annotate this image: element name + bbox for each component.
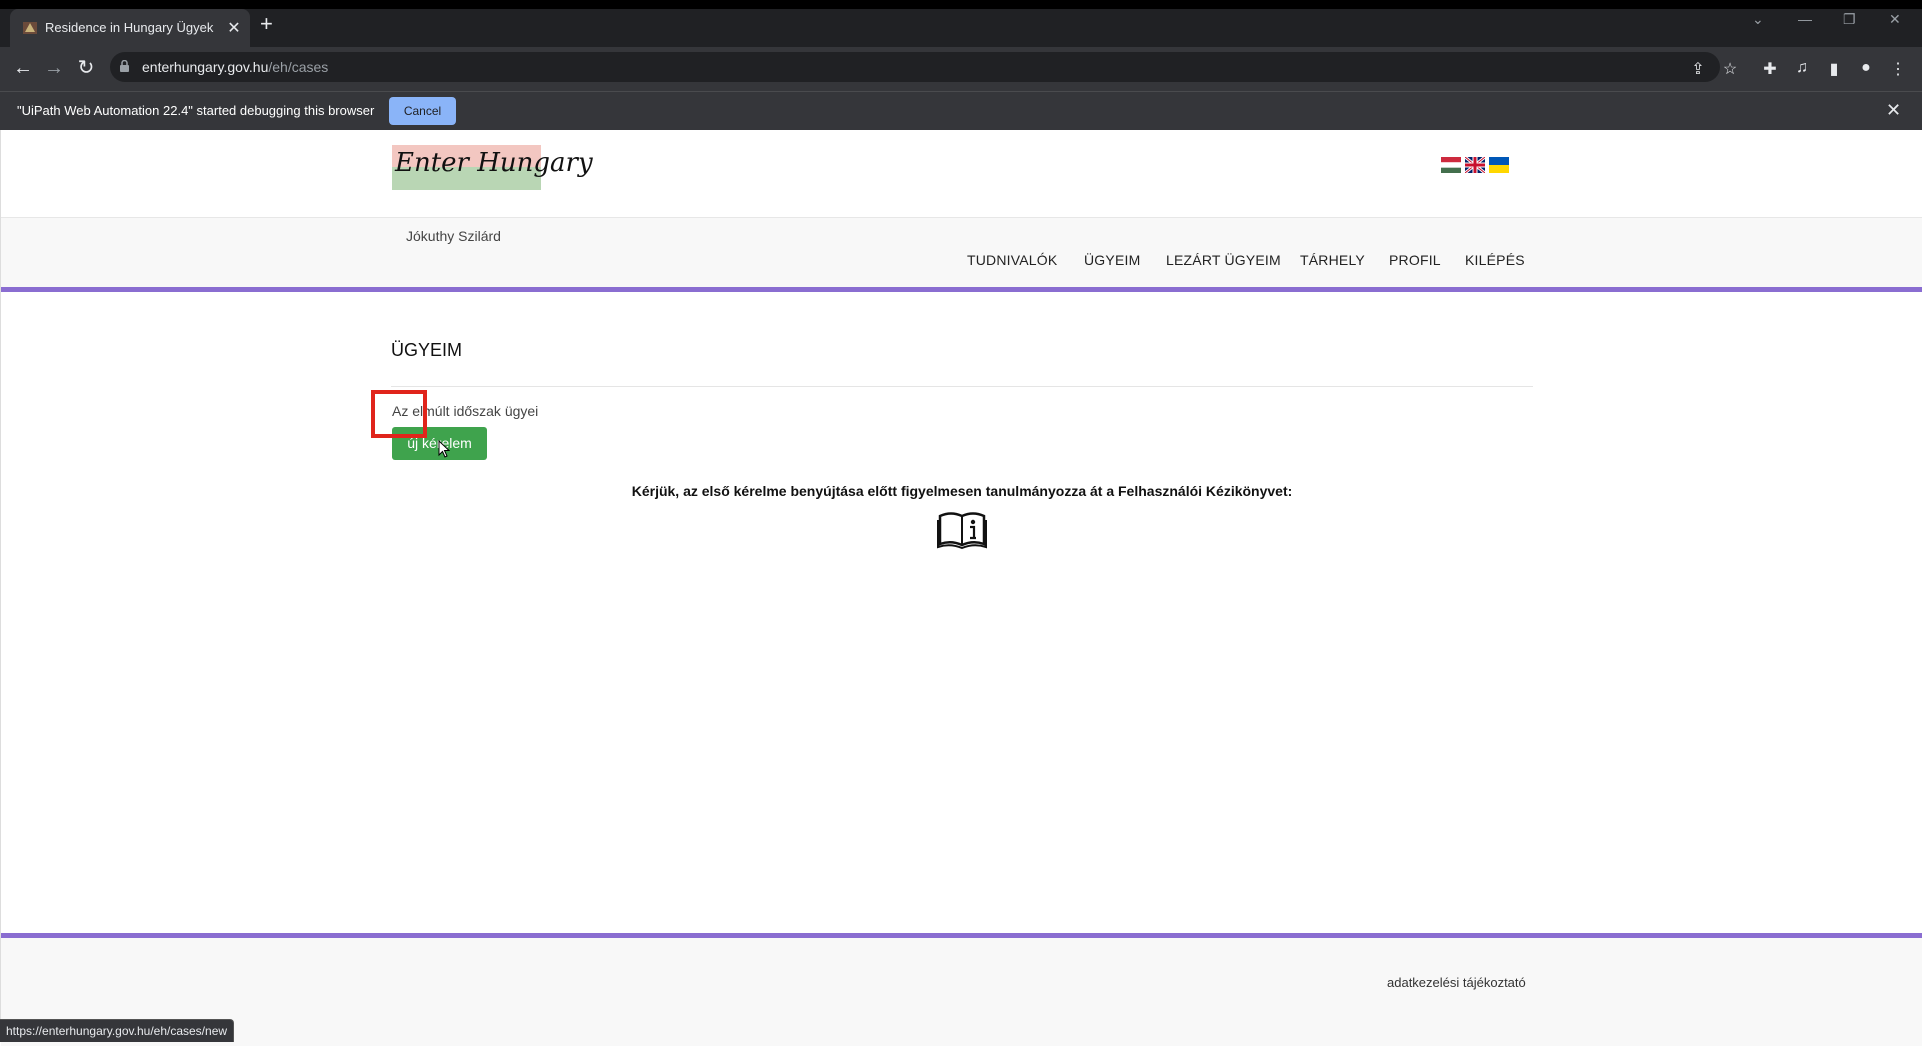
uk-flag-icon[interactable] xyxy=(1465,157,1485,173)
browser-tab-strip: Residence in Hungary Ügyek ✕ + ⌄ — ❐ ✕ xyxy=(0,0,1922,47)
nav-tudnivalok[interactable]: TUDNIVALÓK xyxy=(967,252,1057,268)
link-status-bar: https://enterhungary.gov.hu/eh/cases/new xyxy=(0,1019,235,1042)
title-divider xyxy=(391,386,1533,387)
bookmark-star-icon[interactable]: ☆ xyxy=(1720,59,1740,79)
enter-hungary-logo[interactable]: Enter Hungary xyxy=(392,145,593,190)
forward-icon[interactable]: → xyxy=(41,55,67,81)
back-icon[interactable]: ← xyxy=(10,55,36,81)
extensions-icon[interactable]: ✚ xyxy=(1760,59,1780,79)
tab-close-icon[interactable]: ✕ xyxy=(225,18,243,38)
web-page: Enter Hungary Jókuthy Szilárd TUDNIVALÓK… xyxy=(0,130,1922,1046)
minimize-icon[interactable]: — xyxy=(1798,11,1812,27)
tab-title: Residence in Hungary Ügyek xyxy=(45,20,214,35)
infobar-close-icon[interactable]: ✕ xyxy=(1886,100,1901,121)
url-host: enterhungary.gov.hu xyxy=(142,59,269,75)
mouse-cursor-icon xyxy=(438,440,450,458)
lock-icon xyxy=(120,60,129,72)
hu-flag-icon[interactable] xyxy=(1441,157,1461,173)
share-icon[interactable]: ⇪ xyxy=(1688,59,1708,79)
click-highlight-box xyxy=(371,390,427,438)
window-close-icon[interactable]: ✕ xyxy=(1889,11,1901,28)
browser-toolbar: ← → ↻ enterhungary.gov.hu/eh/cases ⇪ ☆ ✚… xyxy=(0,47,1922,91)
restore-icon[interactable]: ❐ xyxy=(1843,11,1856,28)
ua-flag-icon[interactable] xyxy=(1489,157,1509,173)
reload-icon[interactable]: ↻ xyxy=(73,55,99,81)
window-top-edge xyxy=(0,0,1922,9)
infobar-message: "UiPath Web Automation 22.4" started deb… xyxy=(17,103,375,118)
logo-text: Enter Hungary xyxy=(395,148,593,178)
browser-tab[interactable]: Residence in Hungary Ügyek ✕ xyxy=(10,9,250,47)
nav-tarhely[interactable]: TÁRHELY xyxy=(1300,252,1365,268)
manual-notice: Kérjük, az első kérelme benyújtása előtt… xyxy=(631,483,1293,499)
profile-icon[interactable]: ● xyxy=(1856,59,1876,77)
user-name: Jókuthy Szilárd xyxy=(406,228,501,244)
page-title: ÜGYEIM xyxy=(391,340,463,360)
browser-menu-icon[interactable]: ⋮ xyxy=(1888,59,1908,79)
main-navigation: Jókuthy Szilárd TUDNIVALÓK ÜGYEIM LEZÁRT… xyxy=(1,217,1922,292)
cancel-debugging-button[interactable]: Cancel xyxy=(389,97,456,125)
new-tab-icon[interactable]: + xyxy=(260,13,273,35)
site-favicon-icon xyxy=(23,22,37,34)
tab-search-icon[interactable]: ⌄ xyxy=(1752,11,1764,28)
nav-lezart-ugyeim[interactable]: LEZÁRT ÜGYEIM xyxy=(1166,252,1281,268)
debugging-infobar: "UiPath Web Automation 22.4" started deb… xyxy=(0,91,1922,130)
privacy-policy-link[interactable]: adatkezelési tájékoztató xyxy=(1387,975,1526,990)
nav-profil[interactable]: PROFIL xyxy=(1389,252,1441,268)
page-footer: adatkezelési tájékoztató xyxy=(1,933,1922,1046)
user-manual-book-icon[interactable] xyxy=(937,510,987,550)
address-bar[interactable]: enterhungary.gov.hu/eh/cases xyxy=(110,52,1720,82)
side-panel-icon[interactable]: ▮ xyxy=(1824,59,1844,79)
url-text: enterhungary.gov.hu/eh/cases xyxy=(142,59,328,75)
nav-kilepes[interactable]: KILÉPÉS xyxy=(1465,252,1525,268)
nav-ugyeim[interactable]: ÜGYEIM xyxy=(1084,252,1140,268)
url-path: /eh/cases xyxy=(268,59,329,75)
media-control-icon[interactable]: ♫ xyxy=(1792,59,1812,77)
